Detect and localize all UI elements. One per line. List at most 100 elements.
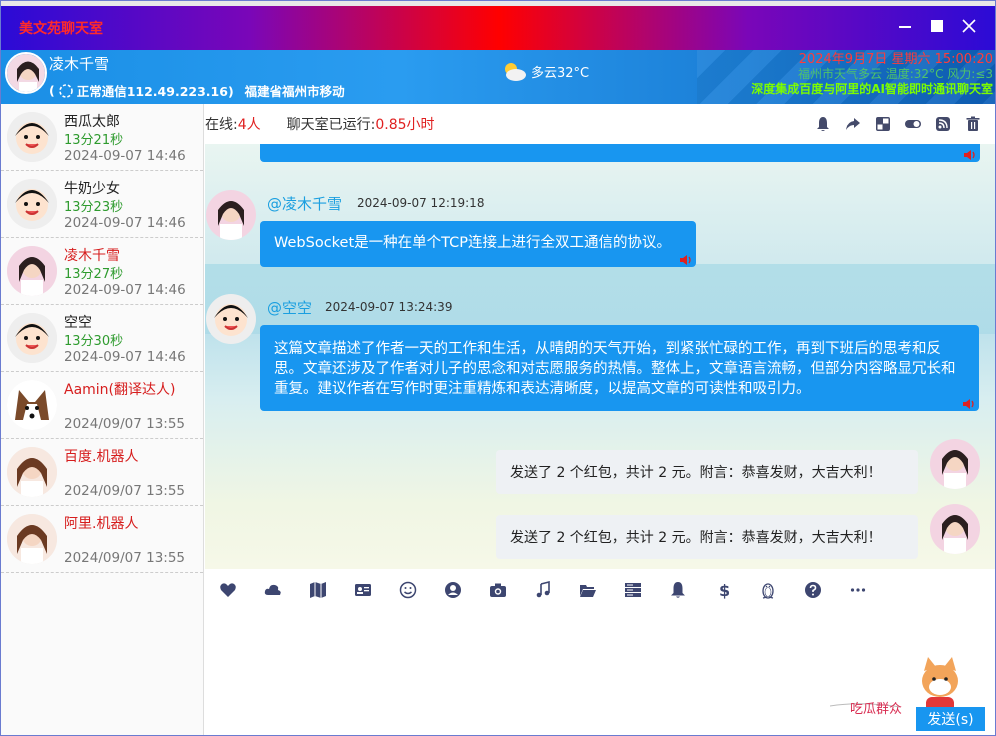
folder-open-icon[interactable] — [565, 575, 610, 605]
user-time: 2024-09-07 14:46 — [64, 349, 186, 365]
message-input[interactable]: 吃瓜群众 发送(s) — [205, 611, 995, 735]
speaker-icon[interactable] — [679, 254, 693, 266]
music-icon[interactable] — [520, 575, 565, 605]
message-text: WebSocket是一种在单个TCP连接上进行全双工通信的协议。 — [274, 235, 672, 251]
my-avatar[interactable] — [5, 52, 47, 94]
mascot-text: 吃瓜群众 — [850, 701, 902, 717]
own-message-bubble: 发送了 2 个红包，共计 2 元。附言：恭喜发财，大吉大利！ — [496, 515, 918, 559]
chat-messages[interactable]: @凌木千雪 2024-09-07 12:19:18 WebSocket是一种在单… — [205, 144, 995, 569]
camera-icon[interactable] — [475, 575, 520, 605]
heart-icon[interactable] — [205, 575, 250, 605]
main-panel: 在线:4人 聊天室已运行:0.85小时 @凌木千雪 2024-09-07 12:… — [205, 104, 995, 735]
user-list: 西瓜太郎 13分21秒 2024-09-07 14:46 牛奶少女 13分23秒… — [1, 104, 204, 735]
input-toolbar: $ — [205, 569, 995, 611]
avatar — [7, 380, 57, 430]
rss-icon[interactable] — [935, 116, 953, 134]
server-icon[interactable] — [610, 575, 655, 605]
status-text: 正常通信112.49.223.16) — [76, 84, 234, 99]
user-duration: 13分30秒 — [64, 334, 124, 349]
trash-icon[interactable] — [965, 116, 983, 134]
penguin-icon[interactable] — [745, 575, 790, 605]
partly-cloudy-icon — [505, 63, 526, 81]
speaker-icon[interactable] — [962, 398, 976, 410]
close-button[interactable] — [959, 16, 979, 36]
weather-text: 多云32°C — [531, 65, 590, 81]
toggle-icon[interactable] — [905, 116, 923, 134]
avatar — [7, 313, 57, 363]
user-time: 2024/09/07 13:55 — [64, 550, 186, 566]
smile-icon[interactable] — [385, 575, 430, 605]
avatar[interactable] — [930, 504, 980, 554]
user-time: 2024/09/07 13:55 — [64, 416, 186, 432]
message-text: 这篇文章描述了作者一天的工作和生活，从晴朗的天气开始，到紧张忙碌的工作，再到下班… — [274, 341, 956, 397]
minimize-button[interactable] — [895, 16, 915, 36]
room-runtime: 聊天室已运行:0.85小时 — [286, 117, 435, 133]
connection-status: ( 正常通信112.49.223.16) 福建省福州市移动 — [49, 83, 345, 99]
message-sender[interactable]: @空空 — [267, 297, 312, 318]
message-text: 发送了 2 个红包，共计 2 元。附言：恭喜发财，大吉大利！ — [510, 530, 882, 546]
user-duration: 13分27秒 — [64, 267, 124, 282]
user-circle-icon[interactable] — [430, 575, 475, 605]
message-sender[interactable]: @凌木千雪 — [267, 193, 342, 214]
user-name: 空空 — [64, 315, 92, 331]
cloud-icon[interactable] — [250, 575, 295, 605]
bell-icon[interactable] — [815, 116, 833, 134]
user-time: 2024-09-07 14:46 — [64, 148, 186, 164]
my-name: 凌木千雪 — [49, 55, 110, 73]
message-bubble-partial — [260, 144, 980, 162]
maximize-button[interactable] — [927, 16, 947, 36]
user-time: 2024/09/07 13:55 — [64, 483, 186, 499]
bell-icon[interactable] — [655, 575, 700, 605]
list-item[interactable]: 西瓜太郎 13分21秒 2024-09-07 14:46 — [1, 104, 203, 171]
avatar[interactable] — [206, 294, 256, 344]
user-name: 牛奶少女 — [64, 181, 120, 197]
user-name: 凌木千雪 — [64, 248, 120, 264]
avatar — [7, 514, 57, 564]
location-text: 福建省福州市移动 — [244, 84, 345, 99]
message-bubble: 这篇文章描述了作者一天的工作和生活，从晴朗的天气开始，到紧张忙碌的工作，再到下班… — [260, 325, 979, 411]
profile-header: 凌木千雪 ( 正常通信112.49.223.16) 福建省福州市移动 多云32°… — [1, 50, 995, 104]
header-info: 2024年9月7日 星期六 15:00:20 福州市天气多云 温度:32°C 风… — [751, 52, 993, 97]
svg-text:$: $ — [719, 581, 730, 599]
avatar — [7, 112, 57, 162]
own-message-bubble: 发送了 2 个红包，共计 2 元。附言：恭喜发财，大吉大利！ — [496, 450, 918, 494]
user-time: 2024-09-07 14:46 — [64, 282, 186, 298]
avatar — [7, 447, 57, 497]
weather-detail: 福州市天气多云 温度:32°C 风力:≤3 — [797, 67, 993, 81]
avatar[interactable] — [930, 439, 980, 489]
list-item[interactable]: 凌木千雪 13分27秒 2024-09-07 14:46 — [1, 238, 203, 305]
avatar — [7, 246, 57, 296]
online-count: 在线:4人 — [205, 117, 261, 133]
user-name: 百度.机器人 — [64, 449, 139, 465]
user-duration: 13分21秒 — [64, 133, 124, 148]
user-name: Aamin(翻译达人) — [64, 382, 176, 398]
user-time: 2024-09-07 14:46 — [64, 215, 186, 231]
send-button[interactable]: 发送(s) — [916, 707, 985, 731]
room-info-bar: 在线:4人 聊天室已运行:0.85小时 — [205, 104, 995, 144]
user-name: 西瓜太郎 — [64, 114, 120, 130]
list-item[interactable]: Aamin(翻译达人) 2024/09/07 13:55 — [1, 372, 203, 439]
id-card-icon[interactable] — [340, 575, 385, 605]
slogan: 深度集成百度与阿里的AI智能即时通讯聊天室 — [751, 82, 993, 96]
weather-widget: 多云32°C — [501, 60, 589, 82]
app-title: 美文苑聊天室 — [19, 21, 103, 37]
share-icon[interactable] — [845, 116, 863, 134]
loading-icon — [58, 83, 73, 98]
list-item[interactable]: 百度.机器人 2024/09/07 13:55 — [1, 439, 203, 506]
more-icon[interactable] — [835, 575, 880, 605]
list-item[interactable]: 牛奶少女 13分23秒 2024-09-07 14:46 — [1, 171, 203, 238]
avatar[interactable] — [206, 190, 256, 240]
speaker-icon[interactable] — [963, 149, 977, 161]
title-bar: 美文苑聊天室 — [1, 6, 995, 50]
datetime: 2024年9月7日 星期六 15:00:20 — [798, 52, 993, 67]
avatar — [7, 179, 57, 229]
list-item[interactable]: 空空 13分30秒 2024-09-07 14:46 — [1, 305, 203, 372]
map-icon[interactable] — [295, 575, 340, 605]
help-icon[interactable] — [790, 575, 835, 605]
list-item[interactable]: 阿里.机器人 2024/09/07 13:55 — [1, 506, 203, 573]
dollar-icon[interactable]: $ — [700, 575, 745, 605]
message-text: 发送了 2 个红包，共计 2 元。附言：恭喜发财，大吉大利！ — [510, 465, 882, 481]
layout-icon[interactable] — [875, 116, 893, 134]
message-bubble: WebSocket是一种在单个TCP连接上进行全双工通信的协议。 — [260, 221, 696, 267]
message-time: 2024-09-07 12:19:18 — [357, 196, 485, 210]
